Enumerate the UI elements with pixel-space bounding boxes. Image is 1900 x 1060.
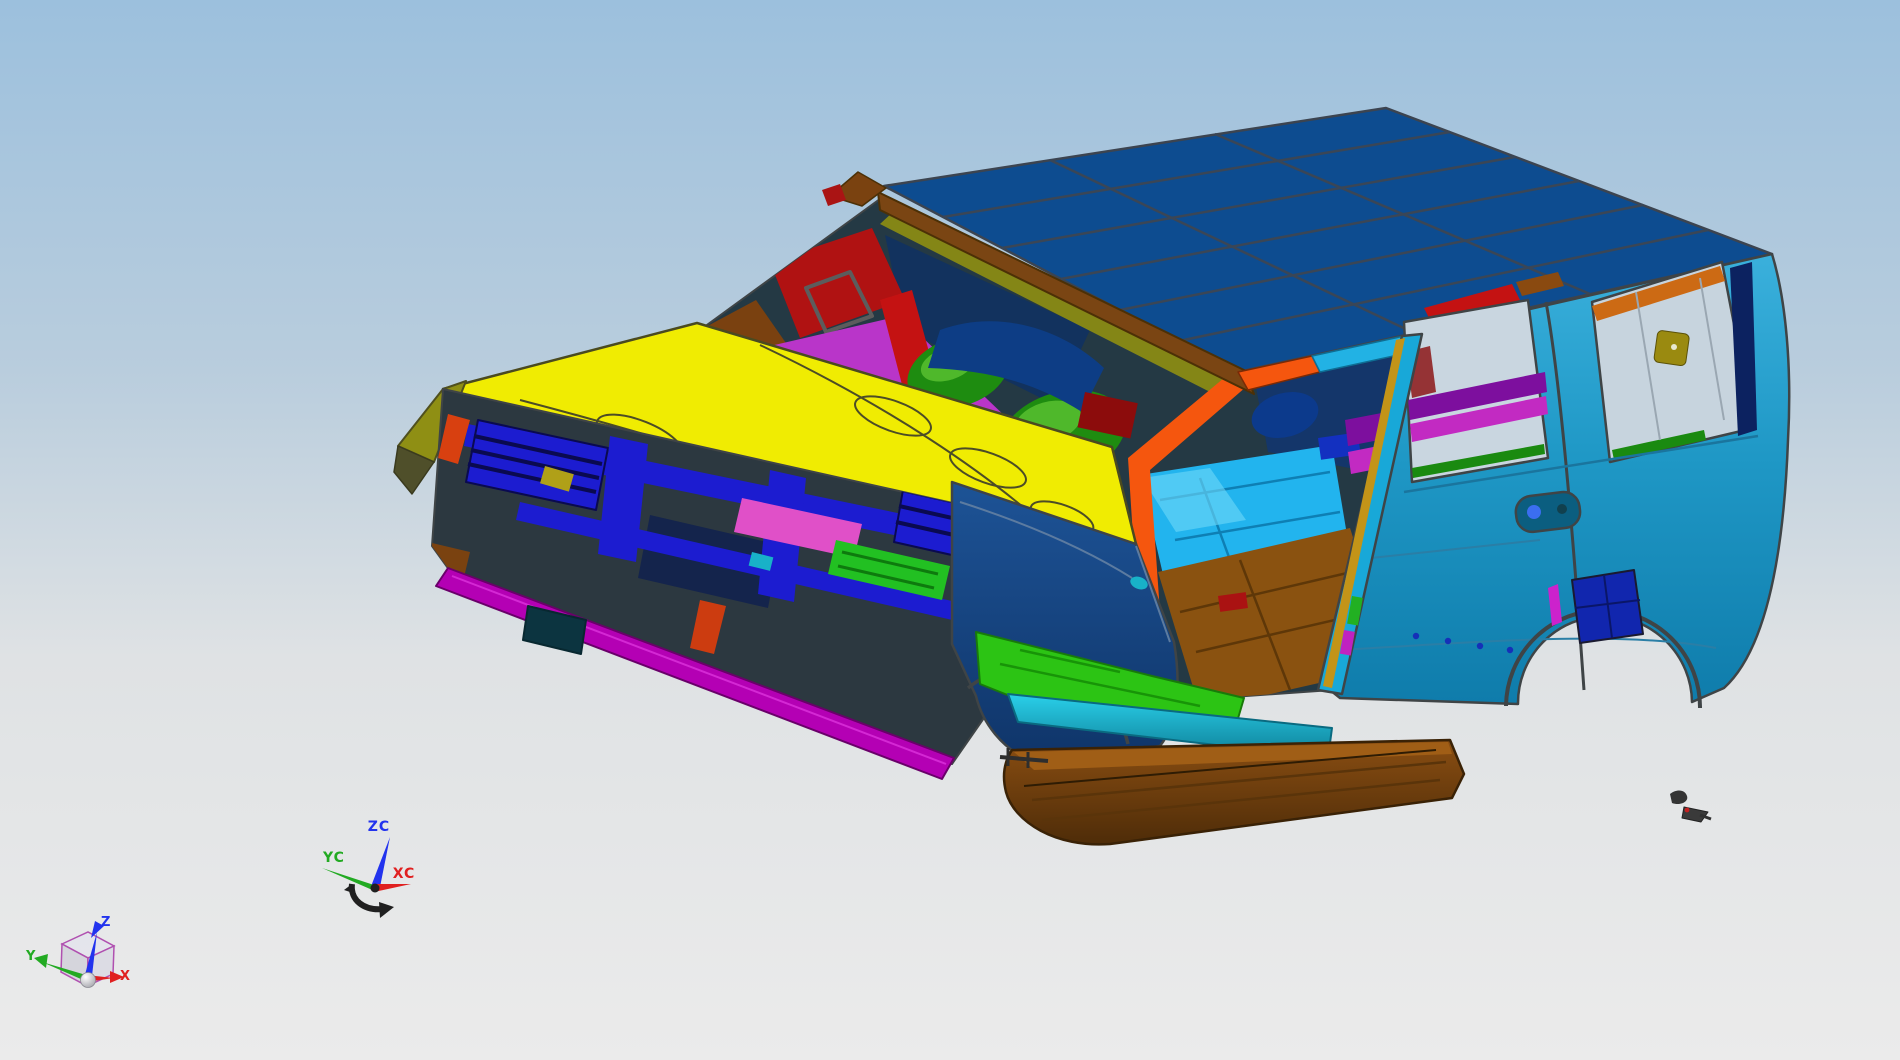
view-x-label: X <box>120 969 130 984</box>
wcs-y-label: YC <box>322 850 345 866</box>
view-origin-sphere[interactable] <box>80 972 96 988</box>
door-handle-recess[interactable] <box>1514 490 1582 534</box>
view-y-label: Y <box>25 949 36 964</box>
wcs-z-label: ZC <box>368 819 390 835</box>
wcs-origin[interactable] <box>370 883 380 893</box>
cad-viewport: ZC YC XC Z Y X <box>0 0 1900 1060</box>
wcs-x-label: XC <box>393 866 416 882</box>
viewport-canvas[interactable]: ZC YC XC Z Y X <box>0 0 1900 1060</box>
rear-door-window <box>1402 298 1550 484</box>
view-z-label: Z <box>101 915 110 930</box>
debris-red-dot <box>1684 807 1690 813</box>
